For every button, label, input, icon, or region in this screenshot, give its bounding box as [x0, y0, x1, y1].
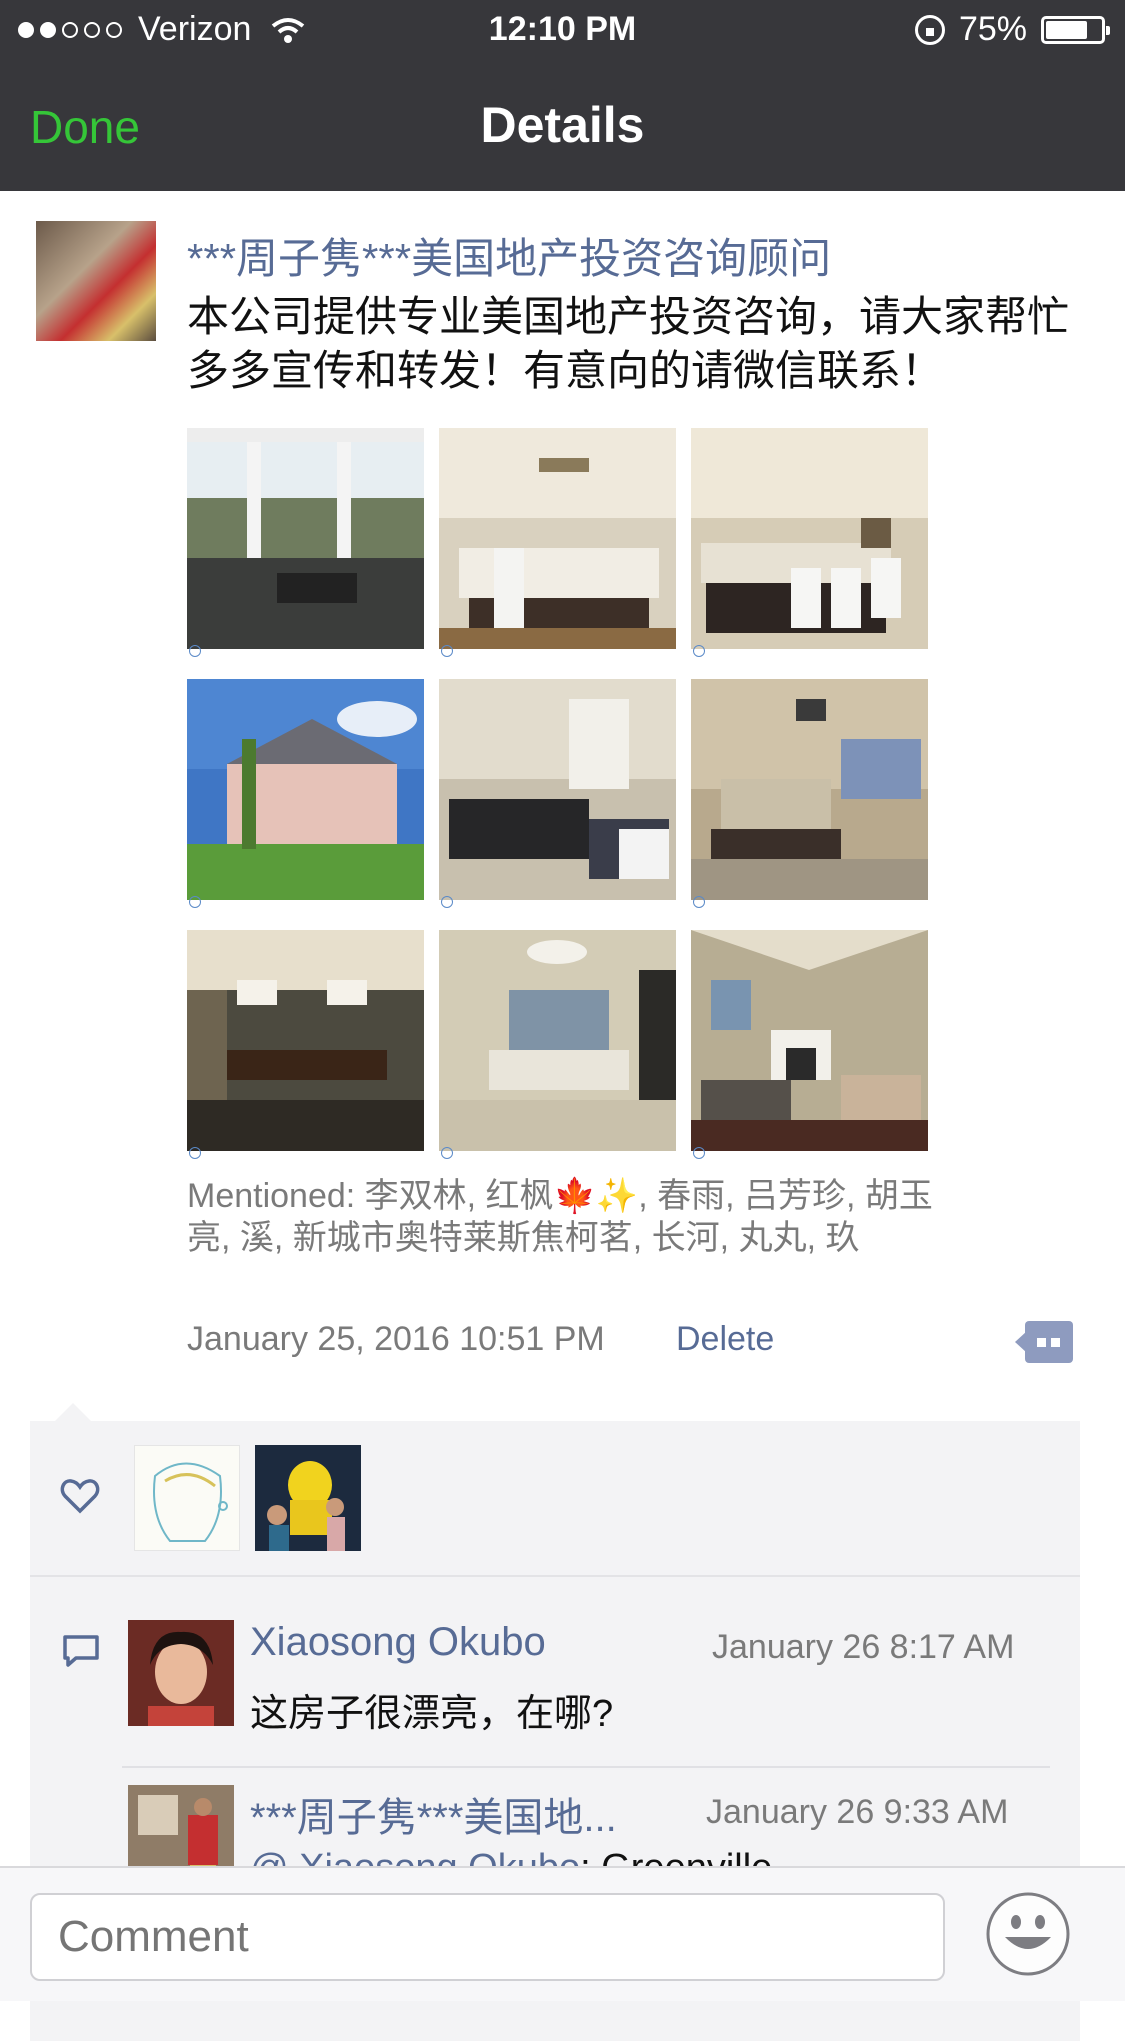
battery-percent: 75% [958, 10, 1027, 48]
commenter-avatar[interactable] [128, 1620, 234, 1726]
delete-button[interactable]: Delete [676, 1320, 774, 1359]
post-author-name[interactable]: ***周子隽***美国地产投资咨询顾问 [187, 225, 831, 286]
bathroom-photo[interactable] [439, 930, 676, 1159]
living-room-photo[interactable] [439, 679, 676, 908]
rotation-lock-icon [914, 14, 945, 45]
commenter-name[interactable]: Xiaosong Okubo [250, 1620, 546, 1665]
comment-text: 这房子很漂亮，在哪? [250, 1693, 614, 1735]
kitchen-photo-2[interactable] [691, 428, 928, 657]
panel-pointer [55, 1403, 91, 1421]
liker-avatar[interactable] [255, 1445, 361, 1551]
author-avatar[interactable] [36, 221, 156, 341]
photo-grid [187, 428, 931, 1159]
comment-time: January 26 9:33 AM [706, 1793, 1009, 1831]
dining-room-photo[interactable] [187, 930, 424, 1159]
comment-input[interactable] [30, 1893, 945, 1981]
post-text: 本公司提供专业美国地产投资咨询，请大家帮忙多多宣传和转发！有意向的请微信联系！ [187, 293, 1070, 394]
more-actions-icon[interactable] [1015, 1321, 1073, 1363]
page-title: Details [480, 97, 645, 153]
liker-avatar[interactable] [134, 1445, 240, 1551]
family-room-photo[interactable] [691, 930, 928, 1159]
battery-icon [1041, 15, 1110, 44]
status-bar: Verizon 12:10 PM 75% [0, 0, 1125, 62]
heart-icon [60, 1479, 100, 1514]
panel-divider [30, 1575, 1080, 1577]
status-right: 75% [914, 10, 1110, 49]
kitchen-photo-1[interactable] [439, 428, 676, 657]
mentioned-list: Mentioned: 李双林, 红枫🍁✨, 春雨, 吕芳珍, 胡玉亮, 溪, 新… [187, 1177, 933, 1257]
comment-time: January 26 8:17 AM [712, 1628, 1015, 1666]
comment-divider [122, 1766, 1050, 1768]
bedroom-photo[interactable] [691, 679, 928, 908]
house-exterior-photo[interactable] [187, 679, 424, 908]
porch-view-photo[interactable] [187, 428, 424, 657]
comment-icon [63, 1635, 99, 1667]
post-date: January 25, 2016 10:51 PM [187, 1320, 605, 1358]
commenter-name[interactable]: ***周子隽***美国地... [250, 1785, 617, 1843]
emoji-icon[interactable] [985, 1891, 1071, 1977]
